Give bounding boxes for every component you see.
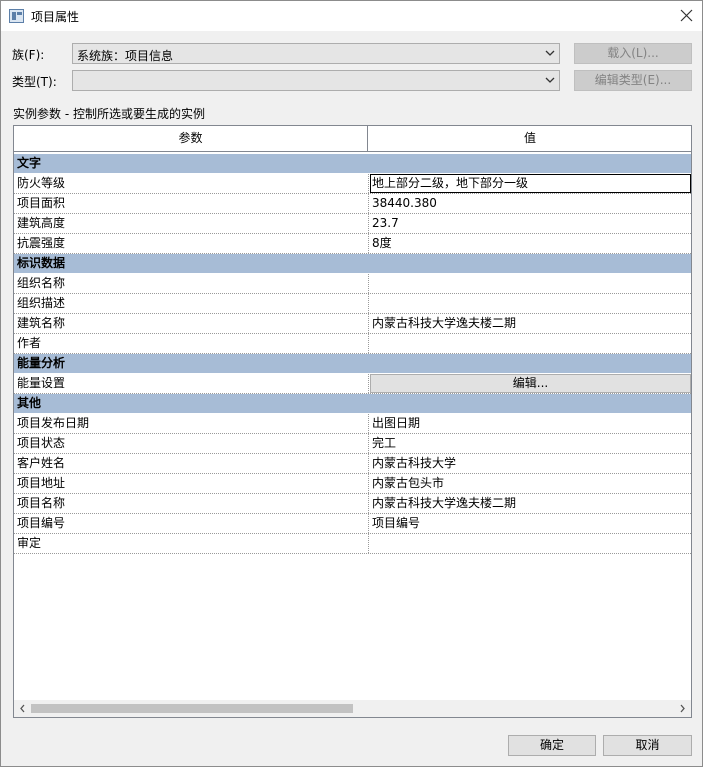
param-value[interactable]: 内蒙古科技大学 [370,454,691,473]
chevron-left-icon[interactable] [19,704,26,713]
param-value[interactable] [370,334,691,353]
param-value[interactable]: 38440.380 [370,194,691,213]
param-name: 项目面积 [14,194,369,213]
param-name: 项目状态 [14,434,369,453]
param-value[interactable]: 内蒙古科技大学逸夫楼二期 [370,494,691,513]
table-row[interactable]: 客户姓名 内蒙古科技大学 [14,454,691,474]
table-row[interactable]: 组织名称 [14,274,691,294]
param-name: 审定 [14,534,369,553]
param-name: 作者 [14,334,369,353]
energy-settings-edit-button[interactable]: 编辑... [370,374,691,393]
family-label: 族(F): [12,48,45,62]
param-name: 组织名称 [14,274,369,293]
project-properties-dialog: 项目属性 族(F): 系统族：项目信息 载入(L)... 类型(T): 编辑类型… [0,0,703,767]
window-title: 项目属性 [31,10,80,24]
table-row[interactable]: 项目状态 完工 [14,434,691,454]
group-header-text[interactable]: 文字 [14,154,691,174]
param-value-input[interactable]: 地上部分二级，地下部分一级 [370,174,691,193]
table-row[interactable]: 项目地址 内蒙古包头市 [14,474,691,494]
app-icon [9,9,24,23]
table-row[interactable]: 审定 [14,534,691,554]
param-name: 客户姓名 [14,454,369,473]
param-value[interactable]: 出图日期 [370,414,691,433]
param-name: 项目名称 [14,494,369,513]
column-header-value[interactable]: 值 [369,126,691,151]
table-row[interactable]: 组织描述 [14,294,691,314]
param-name: 项目发布日期 [14,414,369,433]
group-header-identity-data[interactable]: 标识数据 [14,254,691,274]
instance-params-caption: 实例参数 - 控制所选或要生成的实例 [13,107,205,121]
table-row[interactable]: 防火等级 地上部分二级，地下部分一级 [14,174,691,194]
table-row[interactable]: 项目编号 项目编号 [14,514,691,534]
param-value: 编辑... [370,374,691,393]
table-row[interactable]: 作者 [14,334,691,354]
param-name: 项目编号 [14,514,369,533]
group-header-energy-analysis[interactable]: 能量分析 [14,354,691,374]
param-value[interactable] [370,294,691,313]
chevron-down-icon [545,77,555,83]
param-value[interactable] [370,534,691,553]
family-dropdown-value: 系统族：项目信息 [77,49,174,63]
title-bar: 项目属性 [1,1,702,31]
table-row[interactable]: 建筑高度 23.7 [14,214,691,234]
param-name: 项目地址 [14,474,369,493]
scrollbar-thumb[interactable] [31,704,353,713]
close-button[interactable] [672,1,702,31]
table-row[interactable]: 抗震强度 8度 [14,234,691,254]
table-row[interactable]: 能量设置 编辑... [14,374,691,394]
table-row[interactable]: 建筑名称 内蒙古科技大学逸夫楼二期 [14,314,691,334]
type-label: 类型(T): [12,75,57,89]
table-row[interactable]: 项目面积 38440.380 [14,194,691,214]
param-value[interactable]: 内蒙古科技大学逸夫楼二期 [370,314,691,333]
properties-grid: 参数 值 文字 防火等级 地上部分二级，地下部分一级 项目面积 38440.38… [13,125,692,718]
param-name: 建筑高度 [14,214,369,233]
table-row[interactable]: 项目发布日期 出图日期 [14,414,691,434]
param-value[interactable]: 8度 [370,234,691,253]
param-name: 抗震强度 [14,234,369,253]
param-name: 防火等级 [14,174,369,193]
group-header-other[interactable]: 其他 [14,394,691,414]
param-name: 组织描述 [14,294,369,313]
param-value[interactable]: 项目编号 [370,514,691,533]
grid-rows: 文字 防火等级 地上部分二级，地下部分一级 项目面积 38440.380 建筑高… [14,154,691,554]
param-value[interactable]: 内蒙古包头市 [370,474,691,493]
type-dropdown[interactable] [72,70,560,91]
grid-header: 参数 值 [14,126,691,152]
param-value[interactable]: 23.7 [370,214,691,233]
param-name: 能量设置 [14,374,369,393]
ok-button[interactable]: 确定 [508,735,596,756]
param-value[interactable]: 完工 [370,434,691,453]
column-header-param[interactable]: 参数 [14,126,368,151]
cancel-button[interactable]: 取消 [603,735,692,756]
table-row[interactable]: 项目名称 内蒙古科技大学逸夫楼二期 [14,494,691,514]
param-value[interactable] [370,274,691,293]
chevron-right-icon[interactable] [679,704,686,713]
param-name: 建筑名称 [14,314,369,333]
horizontal-scrollbar[interactable] [14,700,691,717]
chevron-down-icon [545,50,555,56]
family-dropdown[interactable]: 系统族：项目信息 [72,43,560,64]
close-icon [680,9,693,22]
load-button[interactable]: 载入(L)... [574,43,692,64]
edit-type-button[interactable]: 编辑类型(E)... [574,70,692,91]
